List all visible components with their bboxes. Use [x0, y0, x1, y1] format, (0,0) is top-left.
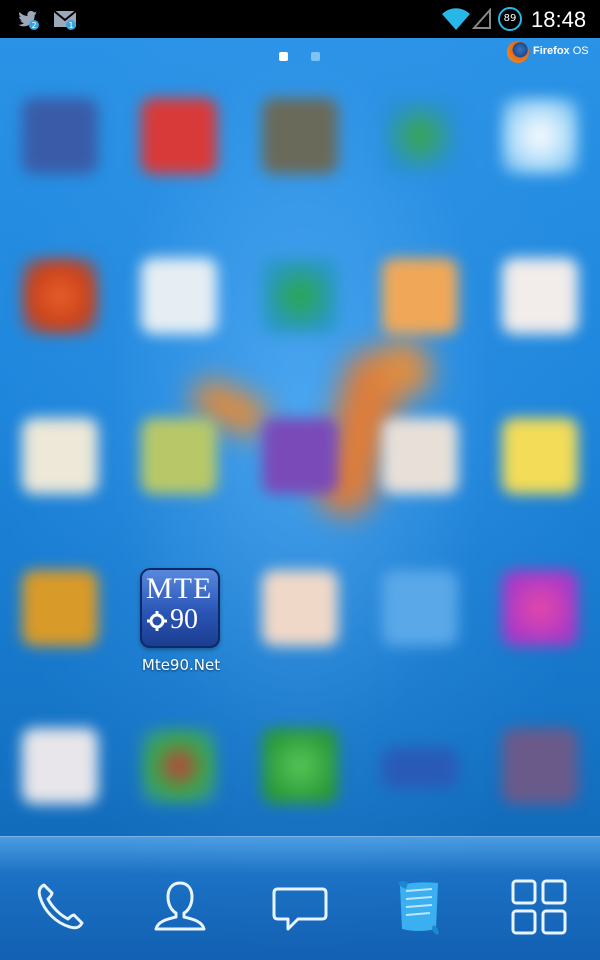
clock: 18:48	[531, 7, 587, 32]
phone-icon	[37, 883, 84, 930]
mail-icon: 1	[53, 10, 77, 30]
mte90-app-icon[interactable]: MTE 90	[140, 568, 220, 648]
app-mte90[interactable]: MTE 90 Mte90.Net	[137, 566, 225, 678]
app-icon-blurred[interactable]	[22, 728, 98, 804]
firefox-os-logo: Firefox OS	[507, 41, 597, 65]
app-icon-blurred[interactable]	[382, 98, 458, 174]
twitter-icon: 2	[18, 10, 39, 30]
apps-button[interactable]	[507, 875, 571, 939]
wallpaper	[0, 38, 600, 960]
app-icon-blurred[interactable]	[502, 570, 578, 646]
page-dot-active[interactable]	[279, 52, 288, 61]
svg-text:2: 2	[31, 21, 36, 30]
app-icon-blurred[interactable]	[262, 570, 338, 646]
app-icon-blurred[interactable]	[141, 98, 217, 174]
firefox-logo-icon	[507, 41, 529, 63]
wifi-icon	[442, 8, 470, 30]
app-icon-blurred[interactable]	[502, 418, 578, 494]
app-icon-blurred[interactable]	[22, 98, 98, 174]
app-icon-blurred[interactable]	[502, 258, 578, 334]
app-icon-blurred[interactable]	[382, 258, 458, 334]
messages-button[interactable]	[268, 875, 332, 939]
app-icon-blurred[interactable]	[382, 418, 458, 494]
app-label: Mte90.Net	[141, 656, 221, 674]
firefox-os-wordmark: Firefox OS	[533, 45, 589, 57]
dock	[0, 836, 600, 960]
app-icon-blurred[interactable]	[382, 570, 458, 646]
svg-text:1: 1	[68, 21, 73, 30]
mte90-logo-number: 90	[170, 604, 198, 635]
page-dot[interactable]	[311, 52, 320, 61]
signal-icon	[472, 8, 491, 29]
app-icon-blurred[interactable]	[262, 258, 338, 334]
app-icon-blurred[interactable]	[502, 98, 578, 174]
battery-icon: 89	[498, 7, 522, 31]
app-icon-blurred[interactable]	[382, 748, 458, 788]
messages-icon	[272, 887, 328, 931]
gear-icon	[147, 611, 167, 631]
app-icon-blurred[interactable]	[502, 728, 578, 804]
home-screen: 2 1 89 18:48 Firefox OS MTE 90 Mte90.Net	[0, 0, 600, 960]
mte90-logo-letters: MTE	[146, 572, 213, 605]
app-icon-blurred[interactable]	[22, 418, 98, 494]
marketplace-button[interactable]	[388, 875, 452, 939]
app-icon-blurred[interactable]	[141, 418, 217, 494]
app-icon-blurred[interactable]	[22, 258, 98, 334]
contacts-icon	[154, 881, 206, 931]
marketplace-scroll-icon	[398, 881, 439, 935]
app-icon-blurred[interactable]	[141, 728, 217, 804]
app-icon-blurred[interactable]	[262, 418, 338, 494]
apps-grid-icon	[511, 879, 567, 935]
app-icon-blurred[interactable]	[141, 258, 217, 334]
status-bar[interactable]: 2 1 89 18:48	[0, 0, 600, 38]
app-icon-blurred[interactable]	[262, 98, 338, 174]
phone-button[interactable]	[28, 875, 92, 939]
contacts-button[interactable]	[148, 875, 212, 939]
app-icon-blurred[interactable]	[22, 570, 98, 646]
app-icon-blurred[interactable]	[262, 728, 338, 804]
